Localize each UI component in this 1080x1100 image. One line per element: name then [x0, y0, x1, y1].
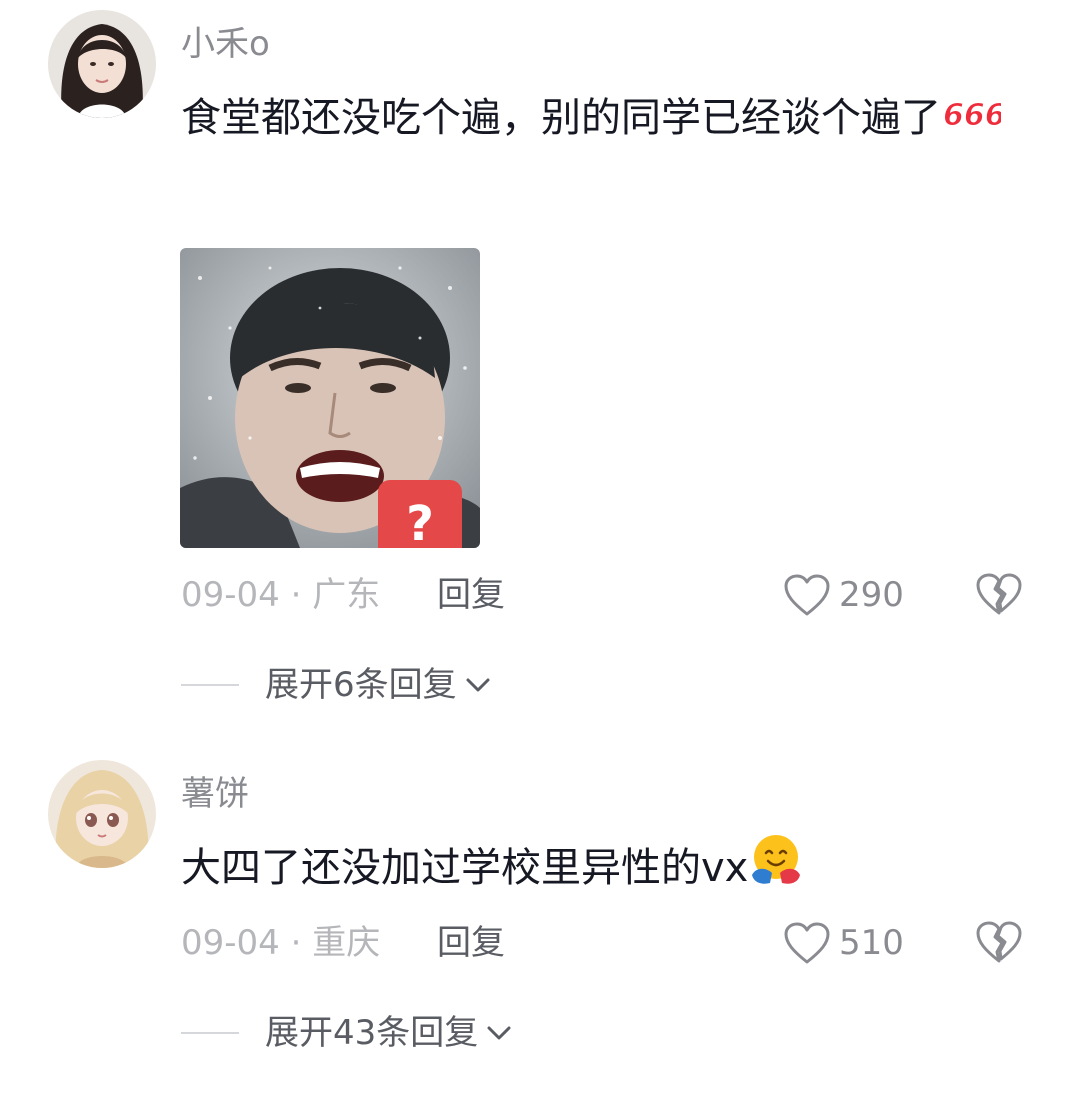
date-location: 09-04 · 广东 [181, 575, 381, 615]
heart-icon [784, 922, 830, 964]
divider [181, 1032, 239, 1034]
meme-photo[interactable]: ? [180, 248, 480, 548]
svg-text:?: ? [406, 496, 434, 548]
comment-meta: 09-04 · 广东 回复 290 [181, 570, 1041, 620]
reply-button[interactable]: 回复 [437, 918, 505, 968]
broken-heart-icon [976, 573, 1022, 615]
comment-text-content: 食堂都还没吃个遍，别的同学已经谈个遍了 [181, 95, 941, 141]
expand-replies-button[interactable]: 展开6条回复 [265, 660, 491, 710]
comment-text: 食堂都还没吃个遍，别的同学已经谈个遍了 666 [181, 78, 1011, 158]
comment-meta: 09-04 · 重庆 回复 510 [181, 918, 1041, 968]
divider [181, 684, 239, 686]
chevron-down-icon [466, 678, 490, 692]
chevron-down-icon [487, 1026, 511, 1040]
expand-replies-button[interactable]: 展开43条回复 [265, 1008, 512, 1058]
like-button[interactable]: 290 [783, 570, 904, 620]
username[interactable]: 薯饼 [181, 774, 249, 814]
user-avatar[interactable] [48, 760, 156, 868]
sticker-666-icon: 666 [941, 78, 1007, 158]
expand-label: 展开43条回复 [265, 1013, 479, 1053]
date-location: 09-04 · 重庆 [181, 923, 381, 963]
like-count: 290 [839, 575, 904, 615]
expand-replies: 展开6条回复 [181, 660, 491, 710]
heart-icon [784, 574, 830, 616]
user-avatar[interactable] [48, 10, 156, 118]
username[interactable]: 小禾o [181, 24, 270, 64]
sticker-666-text: 666 [943, 98, 1001, 131]
broken-heart-icon [976, 921, 1022, 963]
expand-replies: 展开43条回复 [181, 1008, 512, 1058]
reply-button[interactable]: 回复 [437, 570, 505, 620]
dislike-button[interactable] [975, 572, 1023, 616]
hugging-face-icon [748, 828, 804, 908]
comment-text-content: 大四了还没加过学校里异性的vx [181, 845, 749, 891]
like-button[interactable]: 510 [783, 918, 904, 968]
comment-text: 大四了还没加过学校里异性的vx [181, 828, 1011, 908]
dislike-button[interactable] [975, 920, 1023, 964]
like-count: 510 [839, 923, 904, 963]
expand-label: 展开6条回复 [265, 665, 457, 705]
